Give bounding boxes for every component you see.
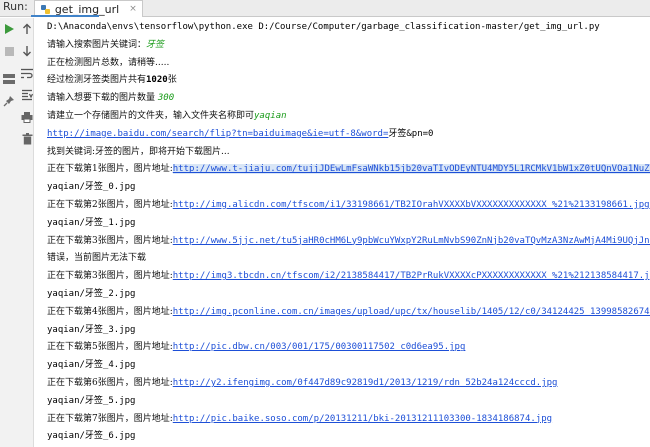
console-line: yaqian/牙签_6.jpg — [47, 427, 650, 445]
trash-icon[interactable] — [19, 130, 35, 148]
console-line: 正在下载第4张图片，图片地址:http://img.pconline.com.c… — [47, 303, 650, 321]
image-url-link[interactable]: http://www.5jjc.net/tu5jaHR0cHM6Ly9pbWcu… — [173, 236, 650, 246]
run-toolbar — [0, 18, 34, 447]
console-line: D:\Anaconda\envs\tensorflow\python.exe D… — [47, 18, 650, 36]
search-url-link[interactable]: http://image.baidu.com/search/flip?tn=ba… — [47, 129, 388, 139]
run-icon[interactable] — [1, 20, 17, 38]
scroll-end-icon[interactable] — [19, 86, 35, 104]
console-line: yaqian/牙签_5.jpg — [47, 392, 650, 410]
tab-active-indicator — [31, 15, 99, 17]
download-status-text: 正在下载第1张图片，图片地址: — [47, 164, 173, 175]
command-line-text: D:\Anaconda\envs\tensorflow\python.exe D… — [47, 22, 600, 32]
download-status-text: 正在下载第2张图片，图片地址: — [47, 199, 173, 210]
saved-file-path: yaqian/牙签_1.jpg — [47, 217, 136, 228]
console-line: 正在检测图片总数，请稍等..... — [47, 54, 650, 72]
stop-icon[interactable] — [1, 42, 17, 60]
console-line: 经过检测牙签类图片共有1020张 — [47, 71, 650, 89]
download-status-text: 正在下载第4张图片，图片地址: — [47, 306, 173, 317]
arrow-up-icon[interactable] — [19, 20, 35, 38]
output-text-suffix: 张 — [167, 75, 177, 86]
download-status-text: 正在下载第6张图片，图片地址: — [47, 377, 173, 388]
console-line: 正在下载第1张图片，图片地址:http://www.t-jiaju.com/tu… — [47, 160, 650, 178]
image-url-link[interactable]: http://img.pconline.com.cn/images/upload… — [173, 307, 650, 317]
image-count: 1020 — [146, 75, 168, 86]
console-line: 正在下载第3张图片，图片地址:http://www.5jjc.net/tu5ja… — [47, 232, 650, 250]
search-url-suffix: 牙签&pn=0 — [388, 128, 434, 139]
saved-file-path: yaqian/牙签_6.jpg — [47, 431, 136, 442]
console-line: 找到关键词:牙签的图片，即将开始下载图片... — [47, 143, 650, 161]
arrow-down-icon[interactable] — [19, 42, 35, 60]
console-line: 请建立一个存储图片的文件夹，输入文件夹名称即可yaqian — [47, 107, 650, 125]
saved-file-path: yaqian/牙签_0.jpg — [47, 182, 136, 193]
console-line: 正在下载第2张图片，图片地址:http://img.alicdn.com/tfs… — [47, 196, 650, 214]
console-line: 正在下载第3张图片，图片地址:http://img3.tbcdn.cn/tfsc… — [47, 267, 650, 285]
console-line: 请输入想要下载的图片数量 300 — [47, 89, 650, 107]
image-url-link[interactable]: http://pic.dbw.cn/003/001/175/0030011750… — [173, 342, 466, 352]
console-line: 正在下载第7张图片，图片地址:http://pic.baike.soso.com… — [47, 410, 650, 428]
console-line: yaqian/牙签_2.jpg — [47, 285, 650, 303]
print-icon[interactable] — [19, 108, 35, 126]
image-url-link[interactable]: http://www.t-jiaju.com/tujjJDEwLmFsaWNkb… — [172, 164, 650, 175]
download-status-text: 正在下载第7张图片，图片地址: — [47, 413, 173, 424]
tab-label: get_img_url — [54, 2, 120, 16]
output-text: 正在检测图片总数，请稍等..... — [47, 57, 170, 68]
console-line: 请输入搜索图片关键词：牙签 — [47, 36, 650, 54]
prompt-text: 请建立一个存储图片的文件夹，输入文件夹名称即可 — [47, 110, 255, 121]
user-input-text: 300 — [157, 93, 175, 104]
user-input-text: 牙签 — [146, 39, 165, 50]
console-line: 正在下载第5张图片，图片地址:http://pic.dbw.cn/003/001… — [47, 338, 650, 356]
image-url-link[interactable]: http://img.alicdn.com/tfscom/i1/33198661… — [173, 200, 650, 210]
output-text: 错误，当前图片无法下载 — [47, 253, 147, 264]
download-status-text: 正在下载第5张图片，图片地址: — [47, 342, 173, 353]
console-line: yaqian/牙签_3.jpg — [47, 321, 650, 339]
console-line: 错误，当前图片无法下载 — [47, 249, 650, 267]
close-icon[interactable]: × — [129, 4, 137, 14]
console-line: yaqian/牙签_1.jpg — [47, 214, 650, 232]
console-line: yaqian/牙签_0.jpg — [47, 178, 650, 196]
wrap-icon[interactable] — [19, 64, 35, 82]
prompt-text: 请输入想要下载的图片数量 — [47, 93, 158, 104]
python-file-icon — [40, 4, 51, 15]
run-tab-bar: Run: get_img_url × — [0, 0, 650, 17]
console-output[interactable]: D:\Anaconda\envs\tensorflow\python.exe D… — [35, 18, 650, 447]
saved-file-path: yaqian/牙签_3.jpg — [47, 324, 136, 335]
download-status-text: 正在下载第3张图片，图片地址: — [47, 271, 173, 282]
console-line: http://image.baidu.com/search/flip?tn=ba… — [47, 125, 650, 143]
image-url-link[interactable]: http://pic.baike.soso.com/p/20131211/bki… — [173, 414, 552, 424]
saved-file-path: yaqian/牙签_2.jpg — [47, 288, 136, 299]
download-status-text: 正在下载第3张图片，图片地址: — [47, 235, 173, 246]
output-text: 找到关键词:牙签的图片，即将开始下载图片... — [47, 146, 230, 157]
console-line: 正在下载第6张图片，图片地址:http://y2.ifengimg.com/0f… — [47, 374, 650, 392]
run-label: Run: — [3, 0, 28, 13]
user-input-text: yaqian — [254, 110, 287, 121]
output-text: 经过检测牙签类图片共有 — [47, 75, 147, 86]
saved-file-path: yaqian/牙签_4.jpg — [47, 360, 136, 371]
image-url-link[interactable]: http://y2.ifengimg.com/0f447d89c92819d1/… — [173, 378, 558, 388]
console-line: yaqian/牙签_4.jpg — [47, 356, 650, 374]
saved-file-path: yaqian/牙签_5.jpg — [47, 395, 136, 406]
prompt-text: 请输入搜索图片关键词： — [47, 39, 147, 50]
pin-icon[interactable] — [1, 92, 17, 110]
image-url-link[interactable]: http://img3.tbcdn.cn/tfscom/i2/213858441… — [173, 271, 650, 281]
layout-icon[interactable] — [1, 70, 17, 88]
